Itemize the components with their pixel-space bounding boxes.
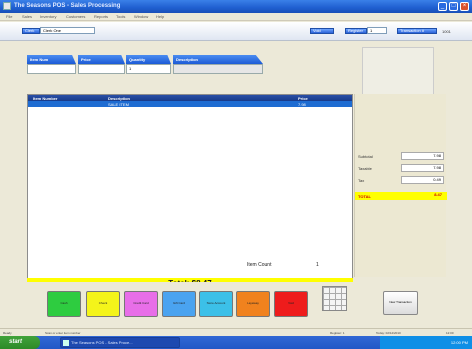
maximize-button[interactable]: □ bbox=[449, 2, 458, 11]
menu-customers[interactable]: Customers bbox=[66, 14, 85, 19]
title-bar: The Seasons POS - Sales Processing _ □ × bbox=[0, 0, 472, 13]
status-message: Scan or enter item number bbox=[45, 331, 81, 335]
item-num-field[interactable] bbox=[27, 64, 76, 74]
subtotal-label: Subtotal bbox=[358, 154, 373, 159]
tax-value: 0.49 bbox=[401, 176, 444, 184]
minimize-button[interactable]: _ bbox=[438, 2, 447, 11]
gift-card-button[interactable]: Gift Card bbox=[162, 291, 196, 317]
menu-tools[interactable]: Tools bbox=[116, 14, 125, 19]
taskbar-task-label: The Seasons POS - Sales Proce... bbox=[71, 340, 133, 345]
description-label: Description bbox=[173, 55, 263, 64]
action-bar: Cash Check Credit Card Gift Card Store A… bbox=[0, 282, 472, 328]
check-button[interactable]: Check bbox=[86, 291, 120, 317]
menu-reports[interactable]: Reports bbox=[94, 14, 108, 19]
void-transaction-button[interactable]: Void bbox=[274, 291, 308, 317]
total-value: 8.47 bbox=[434, 192, 442, 197]
description-field[interactable] bbox=[173, 64, 263, 74]
menu-window[interactable]: Window bbox=[134, 14, 148, 19]
table-row[interactable]: SALE ITEM 7.98 bbox=[28, 101, 352, 107]
subtotal-value: 7.98 bbox=[401, 152, 444, 160]
tray-clock: 12:00 PM bbox=[450, 340, 468, 345]
taskbar-pos-item[interactable]: The Seasons POS - Sales Proce... bbox=[60, 337, 180, 348]
store-account-button[interactable]: Store Account bbox=[199, 291, 233, 317]
app-icon bbox=[3, 2, 11, 10]
cash-button[interactable]: Cash bbox=[47, 291, 81, 317]
quantity-label: Quantity bbox=[126, 55, 171, 64]
total-row: TOTAL 8.47 bbox=[355, 192, 447, 200]
taxable-value: 7.98 bbox=[401, 164, 444, 172]
item-image-preview bbox=[362, 47, 434, 95]
void-button[interactable]: Void bbox=[310, 28, 334, 34]
price-field[interactable] bbox=[78, 64, 125, 74]
tax-row: Tax 0.49 bbox=[355, 176, 447, 184]
item-count-label: Item Count bbox=[247, 262, 272, 268]
status-register: Register: 1 bbox=[330, 331, 345, 335]
item-count-value: 1 bbox=[316, 262, 319, 268]
quantity-field[interactable]: 1 bbox=[126, 64, 171, 74]
subtotal-row: Subtotal 7.98 bbox=[355, 152, 447, 160]
menu-file[interactable]: File bbox=[6, 14, 12, 19]
register-field[interactable]: 1 bbox=[367, 27, 387, 34]
taxable-label: Taxable bbox=[358, 166, 372, 171]
tax-label: Tax bbox=[358, 178, 365, 183]
status-left: Ready bbox=[3, 331, 12, 335]
row-description: SALE ITEM bbox=[108, 102, 129, 107]
toolbar: Clerk Clerk One Void Register 1 Transact… bbox=[0, 22, 472, 41]
clerk-label: Clerk bbox=[22, 28, 40, 34]
register-button[interactable]: Register bbox=[345, 28, 367, 34]
menu-help[interactable]: Help bbox=[156, 14, 164, 19]
window-title: The Seasons POS - Sales Processing bbox=[14, 3, 121, 9]
status-bar: Ready Scan or enter item number Register… bbox=[0, 328, 472, 336]
totals-panel: Subtotal 7.98 Taxable 7.98 Tax 0.49 TOTA… bbox=[354, 94, 447, 277]
menu-sales[interactable]: Sales bbox=[22, 14, 32, 19]
clerk-field[interactable]: Clerk One bbox=[40, 27, 95, 34]
items-grid[interactable]: Item Number Description Price SALE ITEM … bbox=[27, 94, 353, 280]
pos-app-icon bbox=[63, 340, 69, 346]
new-transaction-button[interactable]: New Transaction bbox=[383, 291, 418, 315]
taxable-row: Taxable 7.98 bbox=[355, 164, 447, 172]
taskbar: start The Seasons POS - Sales Proce... 1… bbox=[0, 336, 472, 349]
total-label: TOTAL bbox=[358, 194, 371, 199]
keypad-icon[interactable] bbox=[322, 286, 347, 311]
row-price: 7.98 bbox=[298, 102, 306, 107]
layaway-button[interactable]: Layaway bbox=[236, 291, 270, 317]
system-tray: 12:00 PM bbox=[380, 336, 472, 349]
status-time: 12:00 bbox=[446, 331, 454, 335]
close-button[interactable]: × bbox=[460, 2, 469, 11]
start-button[interactable]: start bbox=[0, 336, 40, 349]
price-label: Price bbox=[78, 55, 125, 64]
status-date: Today: 02/12/2010 bbox=[376, 331, 401, 335]
item-num-label: Item Num bbox=[27, 55, 76, 64]
transaction-number: 1001 bbox=[442, 29, 451, 34]
menu-bar: File Sales Inventory Customers Reports T… bbox=[0, 13, 472, 21]
credit-card-button[interactable]: Credit Card bbox=[124, 291, 158, 317]
transaction-button[interactable]: Transaction # bbox=[397, 28, 437, 34]
menu-inventory[interactable]: Inventory bbox=[40, 14, 56, 19]
